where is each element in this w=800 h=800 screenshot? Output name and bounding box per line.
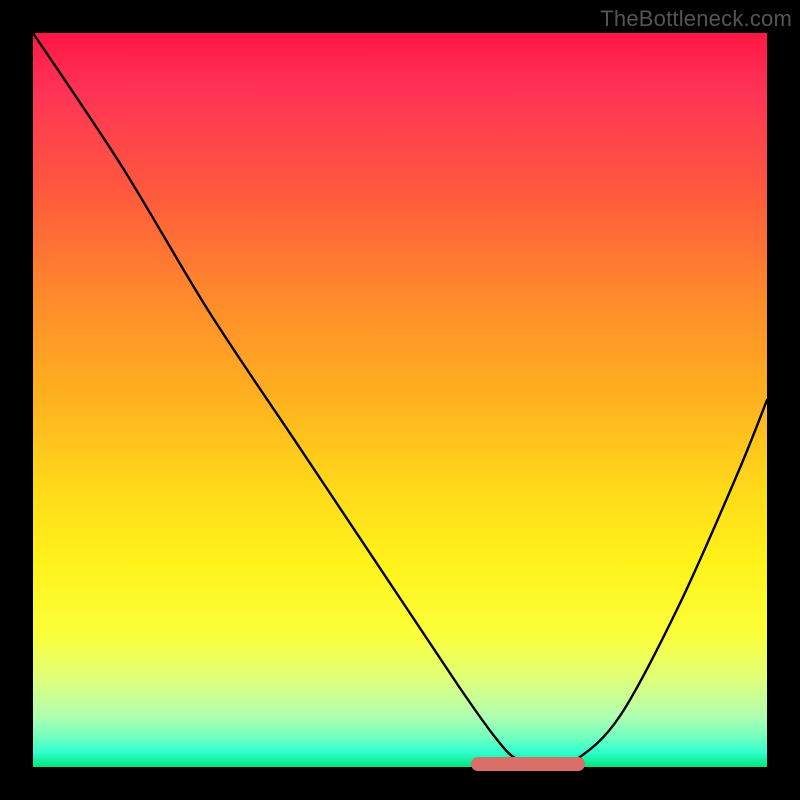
plot-area — [33, 33, 767, 767]
bottleneck-curve — [33, 33, 767, 767]
chart-frame: TheBottleneck.com — [0, 0, 800, 800]
optimal-range-highlight — [473, 757, 583, 771]
optimal-range-start-dot — [471, 757, 485, 771]
optimal-range-end-dot — [571, 757, 585, 771]
watermark-text: TheBottleneck.com — [600, 6, 792, 32]
